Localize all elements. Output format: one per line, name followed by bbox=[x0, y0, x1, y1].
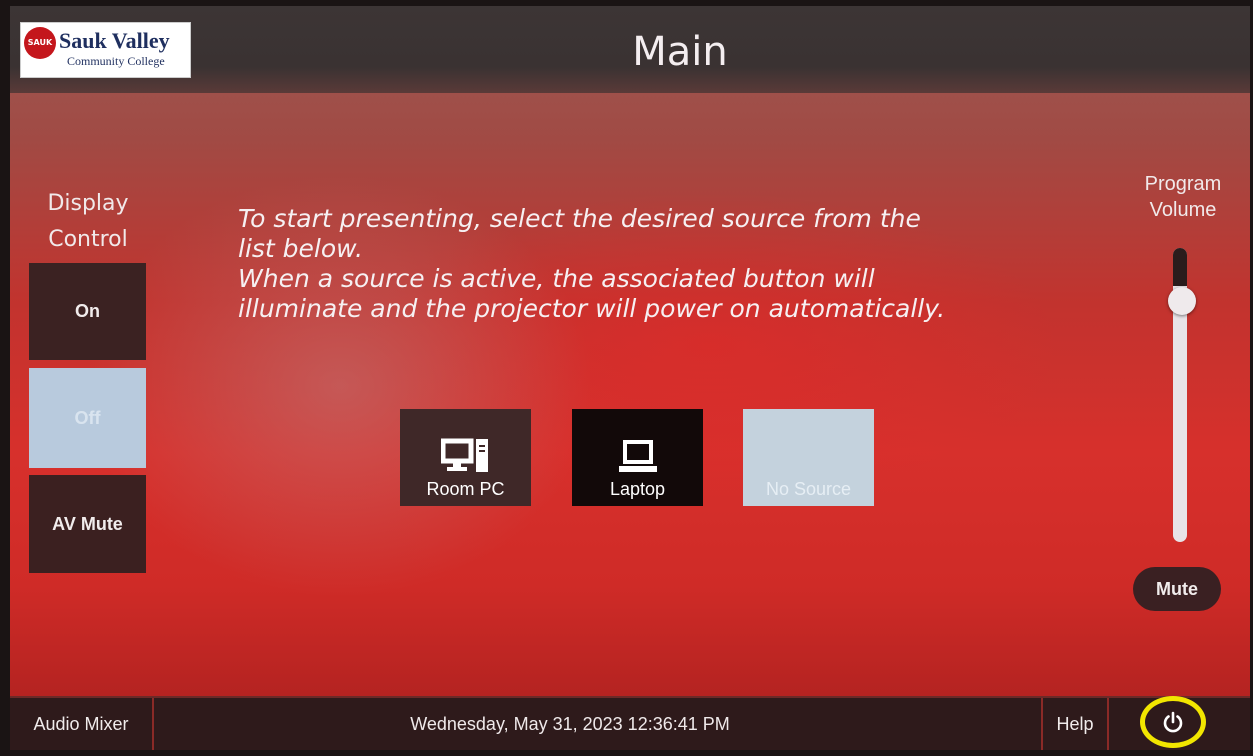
volume-slider-thumb[interactable] bbox=[1168, 287, 1196, 315]
title-bar: SAUK Sauk Valley Community College Main bbox=[10, 6, 1250, 93]
power-highlight-ring bbox=[1140, 696, 1206, 748]
logo-subtitle: Community College bbox=[67, 54, 165, 68]
av-mute-button[interactable]: AV Mute bbox=[29, 475, 146, 573]
av-mute-label: AV Mute bbox=[52, 513, 123, 534]
audio-mixer-button[interactable]: Audio Mixer bbox=[10, 698, 154, 750]
display-off-label: Off bbox=[74, 407, 101, 428]
college-logo: SAUK Sauk Valley Community College bbox=[20, 22, 191, 78]
instructions-line3: When a source is active, the associated … bbox=[238, 264, 875, 293]
source-laptop-button[interactable]: Laptop bbox=[572, 409, 703, 506]
display-on-button[interactable]: On bbox=[29, 263, 146, 360]
desktop-computer-icon bbox=[440, 438, 488, 472]
bottom-bar: Audio Mixer Wednesday, May 31, 2023 12:3… bbox=[10, 696, 1250, 750]
source-room-pc-button[interactable]: Room PC bbox=[400, 409, 531, 506]
laptop-icon bbox=[618, 440, 657, 472]
source-none-button[interactable]: No Source bbox=[743, 409, 874, 506]
program-volume-label: Program Volume bbox=[1128, 171, 1238, 223]
instructions-line1: To start presenting, select the desired … bbox=[238, 204, 921, 233]
instructions-text: To start presenting, select the desired … bbox=[238, 204, 1058, 324]
volume-mute-button[interactable]: Mute bbox=[1133, 567, 1221, 611]
source-laptop-label: Laptop bbox=[609, 479, 666, 499]
display-control-label-line1: Display bbox=[47, 191, 129, 216]
volume-slider-empty bbox=[1173, 248, 1187, 286]
logo-mark: SAUK bbox=[24, 27, 56, 59]
instructions-line2: list below. bbox=[238, 234, 363, 263]
help-button[interactable]: Help bbox=[1041, 698, 1109, 750]
audio-mixer-label: Audio Mixer bbox=[33, 713, 129, 734]
display-on-label: On bbox=[75, 301, 100, 321]
power-button[interactable] bbox=[1137, 694, 1209, 750]
program-volume-label-line1: Program bbox=[1144, 173, 1222, 195]
display-control-label: Display Control bbox=[32, 186, 144, 258]
display-control-label-line2: Control bbox=[48, 227, 128, 252]
page-title: Main bbox=[632, 29, 728, 75]
help-label: Help bbox=[1056, 713, 1094, 734]
instructions-line4: illuminate and the projector will power … bbox=[238, 294, 946, 323]
date-time: Wednesday, May 31, 2023 12:36:41 PM bbox=[410, 713, 730, 734]
source-room-pc-label: Room PC bbox=[426, 479, 505, 499]
power-icon bbox=[1163, 711, 1183, 733]
logo-name: Sauk Valley bbox=[59, 28, 170, 53]
volume-mute-label: Mute bbox=[1156, 578, 1198, 599]
source-none-label: No Source bbox=[765, 479, 852, 499]
program-volume-label-line2: Volume bbox=[1149, 199, 1217, 221]
display-off-button[interactable]: Off bbox=[29, 368, 146, 468]
touch-panel-screen: SAUK Sauk Valley Community College Main … bbox=[10, 6, 1250, 750]
